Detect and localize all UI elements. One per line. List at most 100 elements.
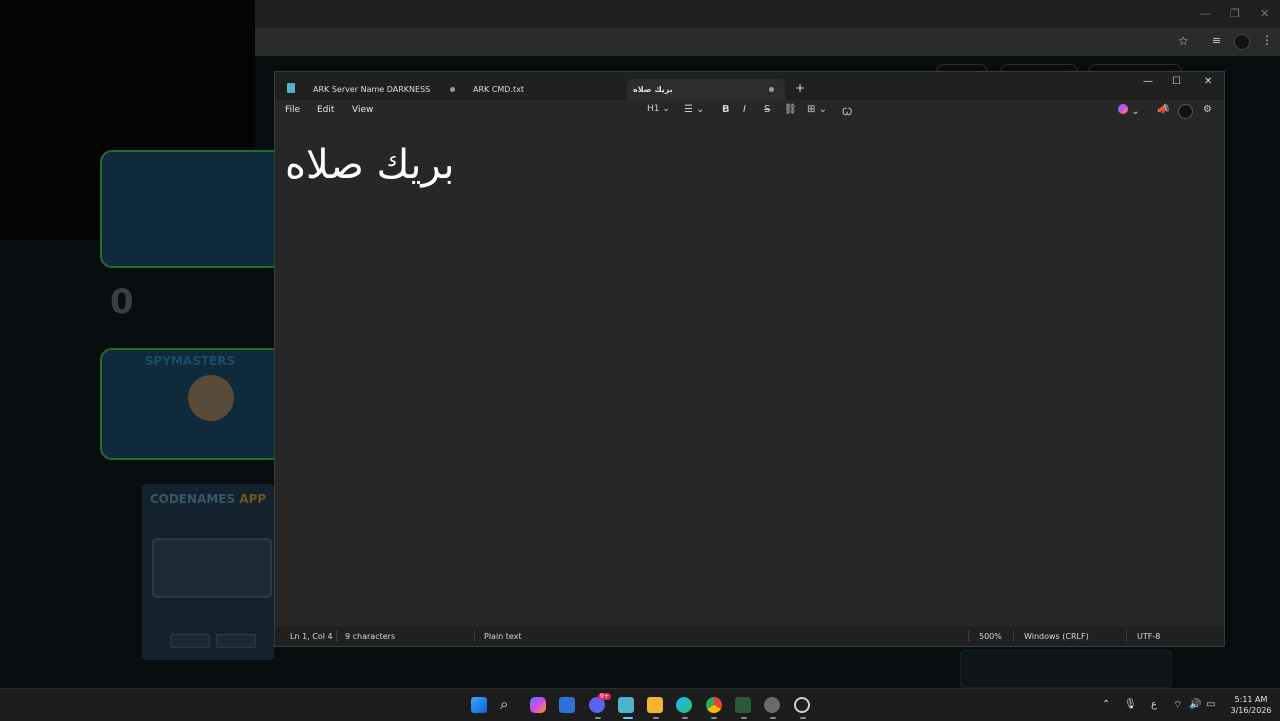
- character-count: 9 characters: [345, 632, 396, 641]
- microsoft-store-icon[interactable]: [559, 697, 575, 713]
- clear-formatting-icon[interactable]: Ꞷ: [842, 104, 852, 118]
- notepad-window: ARK Server Name DARKNESS ARK CMD.txt بري…: [274, 71, 1225, 647]
- chevron-down-icon: ⌄: [818, 104, 827, 115]
- heading-label: H1: [647, 104, 660, 114]
- chevron-down-icon: ⌄: [662, 104, 670, 114]
- chrome-icon[interactable]: [706, 697, 722, 713]
- minimize-button[interactable]: —: [1143, 76, 1153, 87]
- settings-gear-icon[interactable]: ⚙: [1203, 104, 1212, 115]
- team-card-top: [100, 150, 284, 268]
- reading-list-icon[interactable]: ≡: [1212, 34, 1221, 47]
- text-format[interactable]: Plain text: [484, 632, 522, 641]
- browser-close-button[interactable]: ✕: [1260, 7, 1269, 20]
- score-value: 0: [110, 282, 134, 322]
- clock[interactable]: 5:11 AM 3/16/2026: [1226, 694, 1276, 716]
- browser-menu-icon[interactable]: ⋮: [1261, 33, 1273, 47]
- menu-view[interactable]: View: [352, 105, 373, 115]
- notepad-tabbar: ARK Server Name DARKNESS ARK CMD.txt بري…: [275, 72, 1224, 100]
- maximize-button[interactable]: ☐: [1172, 76, 1181, 87]
- status-divider: [474, 630, 475, 642]
- player-avatar: [188, 375, 234, 421]
- line-ending[interactable]: Windows (CRLF): [1024, 632, 1089, 641]
- start-windows-icon[interactable]: [471, 697, 487, 713]
- app-screenshot: [152, 538, 272, 598]
- heading-dropdown[interactable]: H1 ⌄: [647, 104, 670, 114]
- whats-new-icon[interactable]: 📣: [1157, 104, 1169, 115]
- app-title-accent: APP: [235, 492, 267, 506]
- new-tab-button[interactable]: +: [795, 81, 805, 95]
- running-indicator: [682, 717, 688, 719]
- browser-minimize-button[interactable]: —: [1200, 7, 1211, 20]
- copilot-dropdown[interactable]: ⌄: [1118, 104, 1140, 117]
- chevron-down-icon: ⌄: [1131, 106, 1140, 117]
- microphone-icon[interactable]: 🎙: [1124, 699, 1137, 710]
- tab-ark-cmd[interactable]: ARK CMD.txt: [465, 79, 633, 100]
- chevron-up-icon[interactable]: ⌃: [1102, 699, 1110, 710]
- italic-button[interactable]: I: [743, 104, 746, 115]
- table-dropdown[interactable]: ⊞ ⌄: [807, 104, 827, 115]
- running-indicator: [770, 717, 776, 719]
- encoding[interactable]: UTF-8: [1137, 632, 1160, 641]
- zoom-level[interactable]: 500%: [979, 632, 1002, 641]
- status-divider: [1013, 630, 1014, 642]
- account-avatar[interactable]: [1178, 104, 1193, 119]
- running-indicator: [595, 717, 601, 719]
- active-indicator: [623, 717, 633, 719]
- notepad-app-icon: [287, 83, 295, 93]
- copilot-icon[interactable]: [530, 697, 546, 713]
- spymasters-title: SPYMASTERS: [144, 354, 236, 368]
- menu-file[interactable]: File: [285, 105, 300, 115]
- table-icon: ⊞: [807, 104, 816, 115]
- editor-content[interactable]: بريك صلاه: [285, 142, 455, 188]
- wifi-icon[interactable]: ⌔: [1173, 699, 1182, 712]
- running-indicator: [653, 717, 659, 719]
- tab-label: بريك صلاه: [633, 85, 673, 94]
- running-indicator: [741, 717, 747, 719]
- clock-date: 3/16/2026: [1230, 706, 1272, 715]
- taskbar: ⌕ 9+ ⌃ 🎙 ع ⌔ 🔊 ▭ 5:11 AM 3/16/2026: [0, 688, 1280, 721]
- battery-icon[interactable]: ▭: [1206, 699, 1215, 710]
- browser-titlebar: — ❐ ✕: [255, 0, 1280, 28]
- clock-time: 5:11 AM: [1234, 695, 1268, 704]
- browser-maximize-button[interactable]: ❐: [1230, 7, 1240, 20]
- profile-avatar[interactable]: [1234, 34, 1250, 50]
- search-icon[interactable]: ⌕: [500, 695, 508, 713]
- volume-icon[interactable]: 🔊: [1189, 699, 1201, 710]
- app-store-badge[interactable]: [170, 634, 210, 648]
- notepad-taskbar-icon[interactable]: [618, 697, 634, 713]
- copilot-icon: [1118, 104, 1128, 114]
- strikethrough-button[interactable]: S: [764, 104, 770, 115]
- status-divider: [968, 630, 969, 642]
- notepad-menubar: [275, 100, 1224, 122]
- unsaved-dot-icon: [769, 87, 774, 92]
- link-icon[interactable]: ⛓: [784, 104, 797, 115]
- input-language[interactable]: ع: [1151, 699, 1157, 710]
- unsaved-dot-icon: [450, 87, 455, 92]
- running-indicator: [800, 717, 806, 719]
- tab-active-note[interactable]: بريك صلاه: [627, 79, 785, 100]
- spreadsheet-icon[interactable]: [735, 697, 751, 713]
- bullet-list-icon: ☰: [684, 104, 693, 115]
- tab-ark-server-name[interactable]: ARK Server Name DARKNESS: [305, 79, 463, 100]
- close-button[interactable]: ✕: [1204, 76, 1212, 87]
- tab-label: ARK CMD.txt: [473, 85, 525, 94]
- bookmark-star-icon[interactable]: ☆: [1178, 34, 1189, 48]
- statusbar: Ln 1, Col 4 9 characters Plain text 500%…: [275, 626, 1224, 646]
- chevron-down-icon: ⌄: [696, 104, 705, 115]
- file-explorer-icon[interactable]: [647, 697, 663, 713]
- running-indicator: [711, 717, 717, 719]
- cursor-position: Ln 1, Col 4: [290, 632, 333, 641]
- list-dropdown[interactable]: ☰ ⌄: [684, 104, 705, 115]
- app-promo-title: CODENAMES APP: [142, 492, 274, 506]
- discord-badge: 9+: [598, 693, 611, 700]
- google-play-badge[interactable]: [216, 634, 256, 648]
- app-icon[interactable]: [794, 697, 810, 713]
- app-title-main: CODENAMES: [149, 492, 236, 506]
- bold-button[interactable]: B: [722, 104, 730, 115]
- browser-toolbar: ☆ ≡ ⋮: [255, 28, 1280, 56]
- edge-icon[interactable]: [676, 697, 692, 713]
- menu-edit[interactable]: Edit: [317, 105, 334, 115]
- tab-label: ARK Server Name DARKNESS: [313, 85, 431, 94]
- status-divider: [336, 630, 337, 642]
- settings-app-icon[interactable]: [764, 697, 780, 713]
